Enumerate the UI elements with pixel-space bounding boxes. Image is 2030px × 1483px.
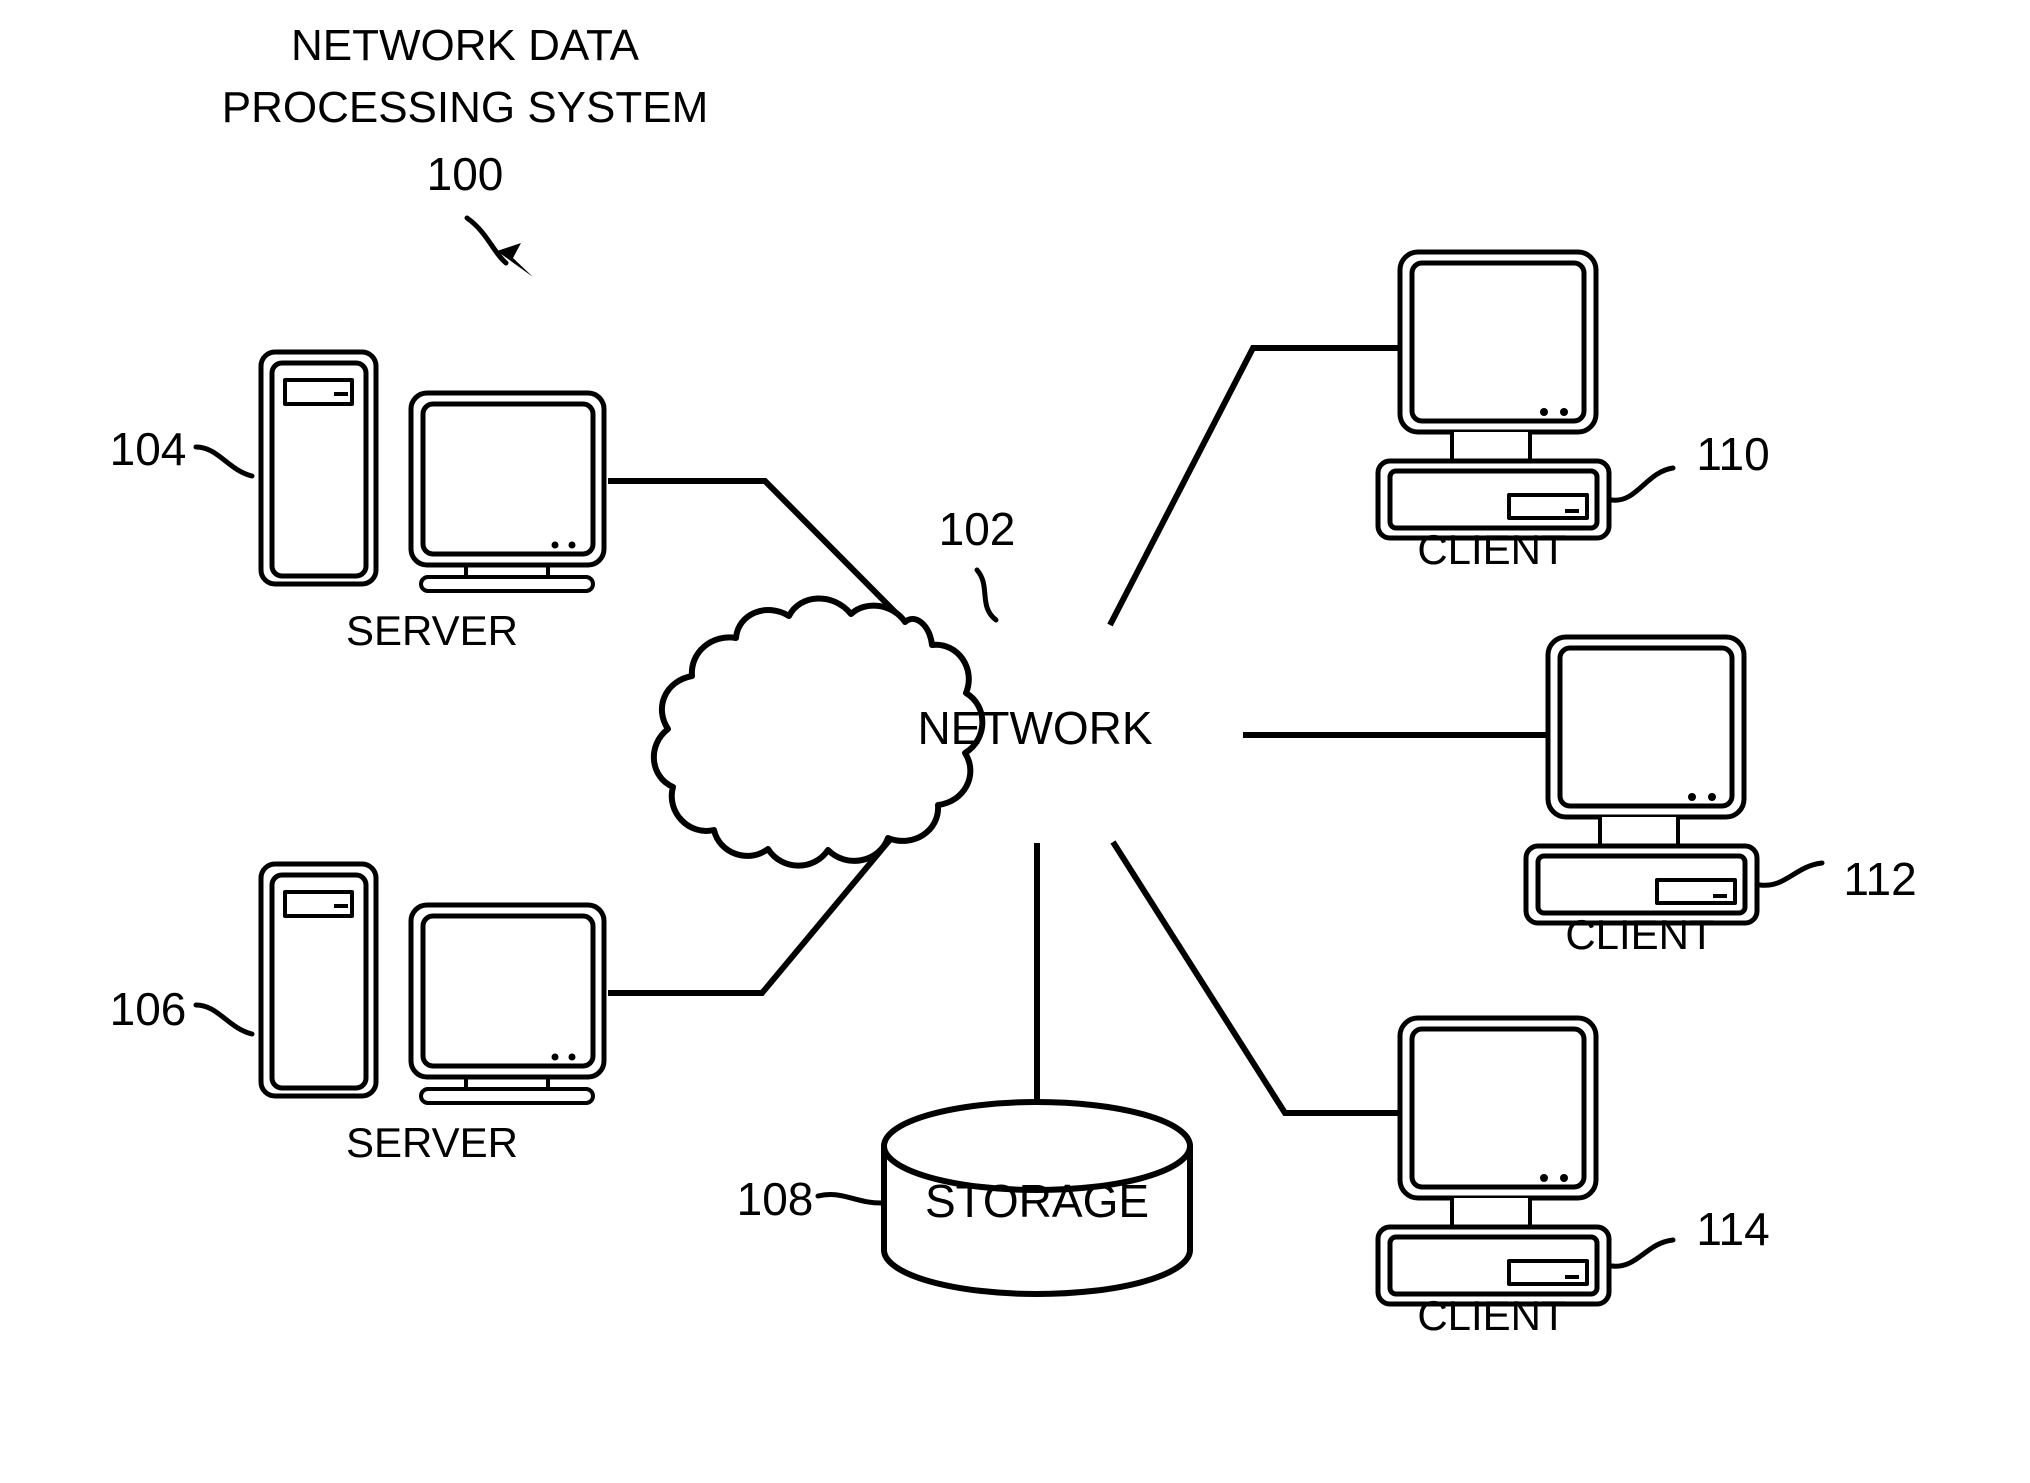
client-112-label: CLIENT bbox=[1565, 911, 1714, 958]
client-110-monitor-led-2 bbox=[1560, 408, 1568, 416]
server-106-monitor-led-2 bbox=[568, 1053, 576, 1061]
client-110-monitor-neck bbox=[1450, 430, 1532, 463]
client-110-ref: 110 bbox=[1696, 428, 1769, 480]
client-114-monitor-neck bbox=[1450, 1196, 1532, 1229]
figure-canvas: NETWORK DATA PROCESSING SYSTEM 100 SERVE… bbox=[0, 0, 2030, 1483]
server-104-monitor-screen bbox=[420, 401, 596, 557]
client-112-leader-line bbox=[1757, 860, 1825, 888]
network-diagram: NETWORK DATA PROCESSING SYSTEM 100 SERVE… bbox=[110, 21, 1917, 1339]
node-client-110[interactable]: CLIENT 110 bbox=[1375, 249, 1770, 573]
figure-title-group: NETWORK DATA PROCESSING SYSTEM 100 bbox=[222, 21, 709, 277]
client-110-label: CLIENT bbox=[1417, 526, 1566, 573]
client-110-leader-line bbox=[1609, 465, 1676, 503]
client-114-ref: 114 bbox=[1696, 1203, 1769, 1255]
client-112-drive-bay bbox=[1655, 878, 1737, 905]
client-114-drive-bay bbox=[1507, 1259, 1589, 1286]
server-106-monitor-screen bbox=[420, 913, 596, 1069]
server-104-monitor-base bbox=[419, 575, 595, 593]
storage-leader-line bbox=[815, 1192, 887, 1206]
network-cloud-label: NETWORK bbox=[917, 702, 1152, 754]
storage-label: STORAGE bbox=[925, 1175, 1149, 1227]
node-client-114[interactable]: CLIENT 114 bbox=[1375, 1015, 1770, 1339]
server-106-drive-eject-icon bbox=[334, 904, 348, 908]
server-104-drive-eject-icon bbox=[334, 392, 348, 396]
server-104-ref: 104 bbox=[110, 423, 187, 475]
client-114-monitor-screen bbox=[1409, 1026, 1587, 1190]
client-110-monitor-screen bbox=[1409, 260, 1587, 424]
client-112-drive-eject-icon bbox=[1713, 894, 1727, 898]
client-110-drive-bay bbox=[1507, 493, 1589, 520]
client-114-monitor-led-1 bbox=[1540, 1174, 1548, 1182]
figure-title-ref-100: 100 bbox=[427, 148, 504, 200]
client-114-monitor-led-2 bbox=[1560, 1174, 1568, 1182]
server-104-label: SERVER bbox=[346, 607, 518, 654]
link-network-to-client114 bbox=[1110, 840, 1400, 1116]
client-114-label: CLIENT bbox=[1417, 1292, 1566, 1339]
storage-ref: 108 bbox=[737, 1173, 814, 1225]
title-leader-arrow-curve bbox=[464, 215, 509, 266]
server-106-label: SERVER bbox=[346, 1119, 518, 1166]
client-112-monitor-led-2 bbox=[1708, 793, 1716, 801]
server-106-ref: 106 bbox=[110, 983, 187, 1035]
node-network-cloud[interactable]: NETWORK 102 bbox=[651, 503, 1153, 869]
figure-title-line-1: NETWORK DATA bbox=[291, 21, 640, 70]
client-112-ref: 112 bbox=[1843, 853, 1916, 905]
server-104-leader-line bbox=[193, 444, 255, 479]
network-cloud-ref: 102 bbox=[939, 503, 1016, 555]
link-server104-to-network bbox=[608, 478, 908, 625]
node-client-112[interactable]: CLIENT 112 bbox=[1523, 634, 1917, 958]
node-server-106[interactable]: SERVER 106 bbox=[110, 861, 607, 1166]
network-cloud-leader-line bbox=[974, 567, 999, 623]
client-112-monitor-neck bbox=[1598, 815, 1680, 848]
client-114-leader-line bbox=[1609, 1237, 1676, 1269]
server-106-leader-line bbox=[193, 1002, 255, 1037]
server-106-monitor-led-1 bbox=[551, 1053, 559, 1061]
client-110-drive-eject-icon bbox=[1565, 509, 1579, 513]
server-104-monitor-led-2 bbox=[568, 541, 576, 549]
client-112-monitor-led-1 bbox=[1688, 793, 1696, 801]
figure-title-line-2: PROCESSING SYSTEM bbox=[222, 83, 709, 132]
client-112-monitor-screen bbox=[1557, 645, 1735, 809]
client-110-monitor-led-1 bbox=[1540, 408, 1548, 416]
client-114-drive-eject-icon bbox=[1565, 1275, 1579, 1279]
server-106-monitor-base bbox=[419, 1087, 595, 1105]
node-storage-108[interactable]: STORAGE 108 bbox=[737, 1099, 1193, 1297]
node-server-104[interactable]: SERVER 104 bbox=[110, 349, 607, 654]
link-network-to-client110 bbox=[1107, 345, 1400, 627]
server-104-monitor-led-1 bbox=[551, 541, 559, 549]
